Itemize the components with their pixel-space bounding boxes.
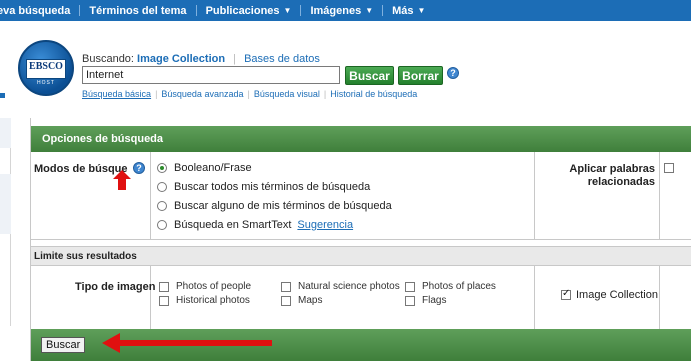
searching-line: Buscando: Image Collection | Bases de da… xyxy=(82,53,320,65)
logo-subtext: HOST xyxy=(37,80,55,86)
checkbox[interactable] xyxy=(159,295,169,306)
radio-button[interactable] xyxy=(157,220,167,230)
related-words-checkbox[interactable] xyxy=(664,163,674,173)
suggestion-link[interactable]: Sugerencia xyxy=(297,219,353,231)
checkbox[interactable] xyxy=(281,281,291,292)
nav-images[interactable]: Imágenes ▼ xyxy=(301,5,382,17)
search-modes-row: Modos de búsque ? Booleano/Frase Buscar … xyxy=(31,152,691,240)
separator: | xyxy=(233,53,236,65)
image-type-label: Tipo de imagen xyxy=(75,281,156,293)
search-input[interactable] xyxy=(82,66,340,84)
databases-link[interactable]: Bases de datos xyxy=(244,53,320,65)
related-words-label: Aplicar palabras relacionadas xyxy=(569,163,655,188)
mode-any-terms[interactable]: Buscar alguno de mis términos de búsqued… xyxy=(157,200,392,212)
mode-all-terms[interactable]: Buscar todos mis términos de búsqueda xyxy=(157,181,370,193)
search-type-links: Búsqueda básica | Búsqueda avanzada | Búsque… xyxy=(82,89,418,99)
searching-label: Buscando: xyxy=(82,53,134,65)
annotation-arrow-left xyxy=(102,333,272,353)
image-collection-option[interactable]: Image Collection xyxy=(561,288,658,301)
nav-more[interactable]: Más ▼ xyxy=(383,5,434,17)
left-side-panel xyxy=(0,118,11,326)
checkbox[interactable] xyxy=(159,281,169,292)
column-divider xyxy=(534,266,535,329)
radio-button[interactable] xyxy=(157,163,167,173)
mode-boolean-phrase[interactable]: Booleano/Frase xyxy=(157,162,252,174)
column-divider xyxy=(659,266,660,329)
nav-subject-terms[interactable]: Términos del tema xyxy=(80,5,195,17)
annotation-arrow-up xyxy=(113,170,131,190)
column-divider xyxy=(534,152,535,240)
checkbox[interactable] xyxy=(405,295,415,306)
advanced-search-link[interactable]: Búsqueda avanzada xyxy=(161,89,243,99)
basic-search-link[interactable]: Búsqueda básica xyxy=(82,89,151,99)
chevron-down-icon: ▼ xyxy=(417,6,426,15)
image-collection-checkbox[interactable] xyxy=(561,288,571,300)
visual-search-link[interactable]: Búsqueda visual xyxy=(254,89,320,99)
image-type-photos-of-people[interactable]: Photos of people xyxy=(159,281,251,292)
side-marker xyxy=(0,93,5,98)
limit-results-title: Limite sus resultados xyxy=(31,246,691,266)
search-history-link[interactable]: Historial de búsqueda xyxy=(330,89,417,99)
column-divider xyxy=(150,152,151,240)
ebsco-host-logo[interactable]: EBSCO HOST xyxy=(18,40,74,96)
side-panel-band xyxy=(0,118,11,148)
side-panel-band xyxy=(0,174,11,234)
radio-button[interactable] xyxy=(157,182,167,192)
radio-button[interactable] xyxy=(157,201,167,211)
clear-button[interactable]: Borrar xyxy=(398,66,443,85)
chevron-down-icon: ▼ xyxy=(283,6,292,15)
image-type-photos-of-places[interactable]: Photos of places xyxy=(405,281,496,292)
search-options-title: Opciones de búsqueda xyxy=(31,126,691,152)
top-nav: eva búsqueda Términos del tema Publicaci… xyxy=(0,0,691,21)
mode-smarttext[interactable]: Búsqueda en SmartText Sugerencia xyxy=(157,219,353,231)
image-type-flags[interactable]: Flags xyxy=(405,295,446,306)
nav-new-search[interactable]: eva búsqueda xyxy=(0,5,79,17)
search-button[interactable]: Buscar xyxy=(345,66,394,85)
chevron-down-icon: ▼ xyxy=(365,6,374,15)
nav-publications[interactable]: Publicaciones ▼ xyxy=(197,5,301,17)
image-type-maps[interactable]: Maps xyxy=(281,295,322,306)
footer-search-button[interactable]: Buscar xyxy=(41,337,86,353)
help-icon[interactable]: ? xyxy=(447,67,459,79)
database-name: Image Collection xyxy=(137,53,226,65)
logo-wordmark: EBSCO xyxy=(26,59,66,79)
column-divider xyxy=(659,152,660,240)
image-type-natural-science[interactable]: Natural science photos xyxy=(281,281,400,292)
checkbox[interactable] xyxy=(405,281,415,292)
column-divider xyxy=(150,266,151,329)
search-options-panel: Opciones de búsqueda Modos de búsque ? B… xyxy=(30,118,691,361)
help-icon[interactable]: ? xyxy=(133,162,145,174)
checkbox[interactable] xyxy=(281,295,291,306)
image-type-historical-photos[interactable]: Historical photos xyxy=(159,295,250,306)
